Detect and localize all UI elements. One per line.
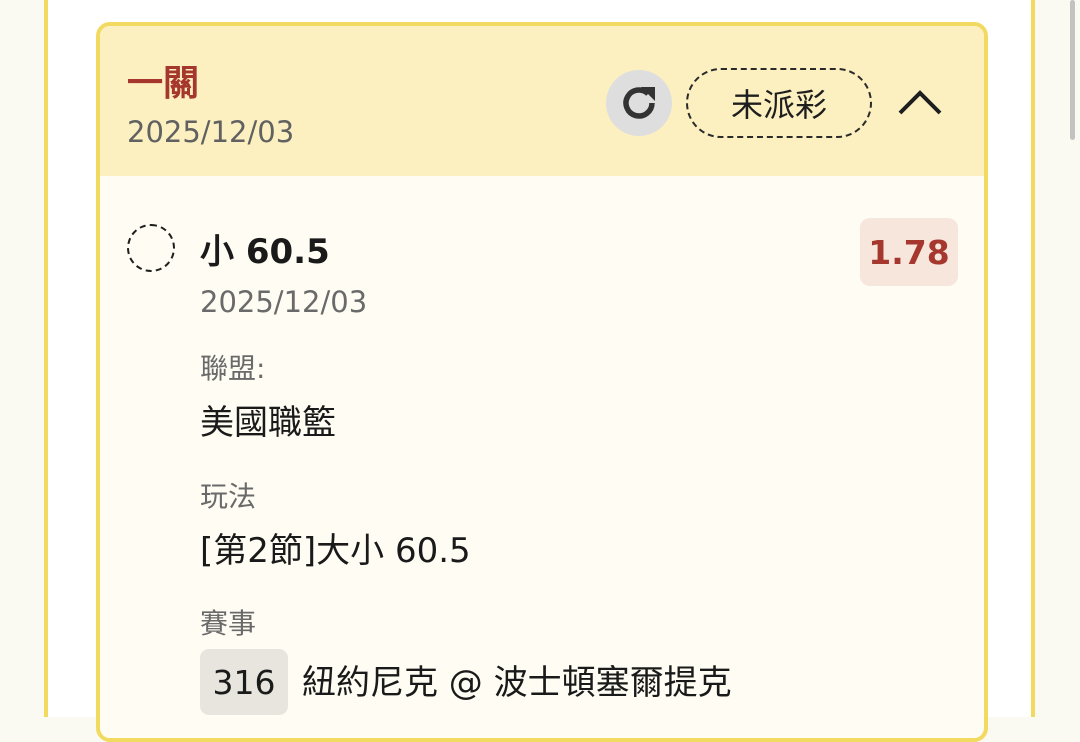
match-label: 賽事: [200, 607, 257, 640]
chevron-up-icon: [898, 90, 942, 115]
refresh-button[interactable]: [606, 70, 672, 136]
refresh-icon: [623, 87, 655, 119]
selection-date: 2025/12/03: [200, 285, 368, 319]
selection-title: 小 60.5: [200, 232, 330, 272]
scrollbar-thumb[interactable]: [1070, 0, 1075, 140]
play-value: [第2節]大小 60.5: [200, 531, 471, 571]
bet-date: 2025/12/03: [127, 115, 295, 149]
match-id-badge: 316: [200, 649, 288, 715]
league-value: 美國職籃: [200, 403, 336, 443]
unchecked-radio-icon: [127, 224, 175, 272]
league-label: 聯盟:: [200, 352, 266, 385]
match-name: 紐約尼克 @ 波士頓塞爾提克: [302, 663, 732, 703]
play-label: 玩法: [200, 480, 257, 513]
scrollbar[interactable]: [1070, 0, 1080, 717]
bet-card: 一關 2025/12/03 未派彩 小 60.5 2025/12/03 1.78…: [96, 22, 988, 742]
bet-card-header[interactable]: 一關 2025/12/03 未派彩: [100, 26, 984, 176]
odds-badge: 1.78: [860, 218, 958, 286]
status-badge: 未派彩: [686, 68, 872, 138]
bet-type-title: 一關: [127, 63, 200, 104]
collapse-button[interactable]: [892, 78, 948, 126]
